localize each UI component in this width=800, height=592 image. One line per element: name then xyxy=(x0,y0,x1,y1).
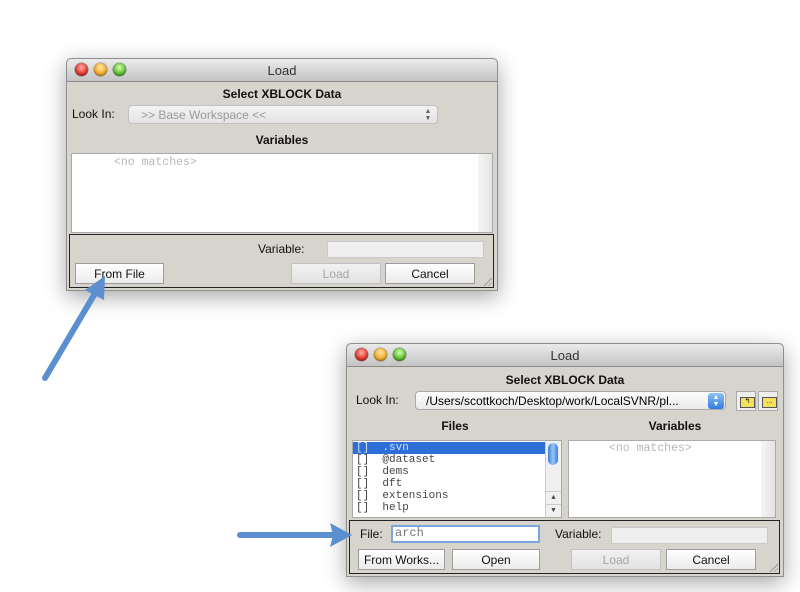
arrow-to-from-file xyxy=(42,276,352,547)
arrow-horizontal-icon xyxy=(237,523,352,547)
arrow-diagonal-icon xyxy=(42,276,105,381)
